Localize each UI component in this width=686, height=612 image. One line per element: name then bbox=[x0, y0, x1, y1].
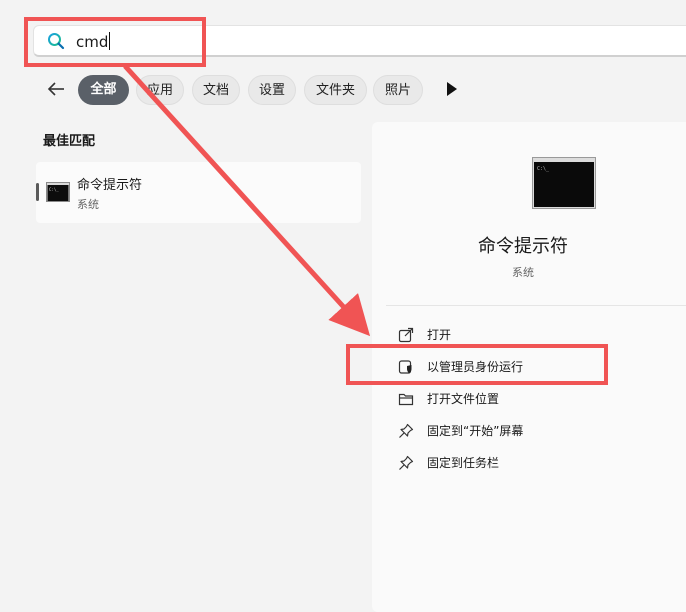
filter-apps[interactable]: 应用 bbox=[136, 75, 184, 105]
details-divider bbox=[386, 305, 686, 306]
pin-icon bbox=[399, 455, 414, 470]
best-match-heading: 最佳匹配 bbox=[43, 134, 96, 149]
action-open-label: 打开 bbox=[427, 328, 452, 342]
search-input[interactable]: cmd bbox=[33, 25, 686, 57]
command-prompt-icon: C:\_ bbox=[46, 182, 70, 202]
action-pin-to-start-label: 固定到“开始”屏幕 bbox=[427, 424, 524, 438]
command-prompt-large-icon: C:\_ bbox=[532, 157, 596, 209]
pin-icon bbox=[399, 423, 414, 438]
back-arrow-icon[interactable] bbox=[44, 77, 68, 101]
filter-documents[interactable]: 文档 bbox=[192, 75, 240, 105]
search-icon bbox=[48, 33, 65, 50]
details-app-type: 系统 bbox=[512, 266, 534, 279]
svg-text:C:\_: C:\_ bbox=[537, 166, 550, 172]
best-match-item[interactable]: C:\_ 命令提示符 系统 bbox=[36, 162, 361, 223]
details-app-name: 命令提示符 bbox=[478, 236, 568, 257]
details-panel: C:\_ 命令提示符 系统 打开 以管理员身份运行 打开文件位置 固定到“开始”… bbox=[372, 122, 686, 612]
open-external-icon bbox=[398, 327, 414, 343]
filter-photos[interactable]: 照片 bbox=[373, 75, 423, 105]
filter-folders[interactable]: 文件夹 bbox=[304, 75, 367, 105]
shield-admin-icon bbox=[398, 360, 412, 374]
action-open-file-location-label: 打开文件位置 bbox=[427, 392, 500, 406]
action-run-as-admin-label: 以管理员身份运行 bbox=[427, 360, 524, 374]
action-pin-to-taskbar-label: 固定到任务栏 bbox=[427, 456, 500, 470]
best-match-name: 命令提示符 bbox=[77, 178, 143, 193]
folder-icon bbox=[398, 393, 414, 406]
filter-all[interactable]: 全部 bbox=[78, 75, 129, 105]
svg-text:C:\_: C:\_ bbox=[49, 187, 59, 192]
selection-indicator bbox=[36, 183, 39, 201]
more-filters-play-icon[interactable] bbox=[444, 80, 460, 98]
filter-settings[interactable]: 设置 bbox=[248, 75, 296, 105]
best-match-type: 系统 bbox=[77, 198, 99, 211]
text-caret bbox=[109, 32, 111, 50]
search-query-text: cmd bbox=[76, 32, 111, 51]
